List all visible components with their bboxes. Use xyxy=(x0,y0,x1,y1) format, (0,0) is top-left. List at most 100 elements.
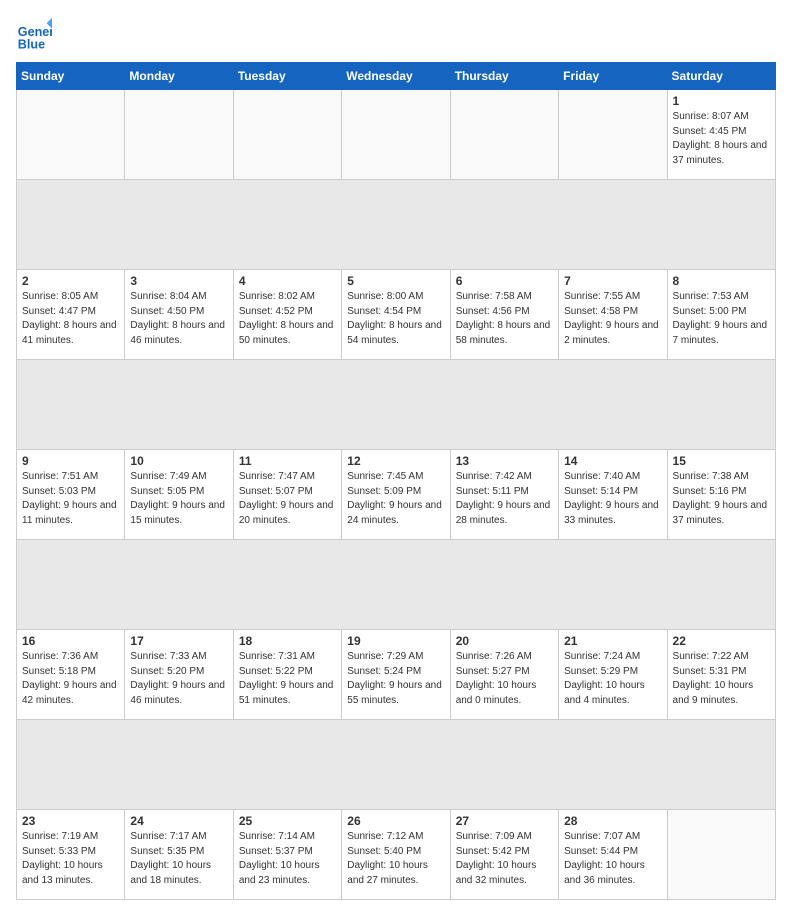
day-info: Sunrise: 7:49 AM Sunset: 5:05 PM Dayligh… xyxy=(130,470,227,528)
week-row-0: 1 Sunrise: 8:07 AM Sunset: 4:45 PM Daylig… xyxy=(17,90,776,180)
day-cell: 22Sunrise: 7:22 AM Sunset: 5:31 PM Dayli… xyxy=(667,630,775,720)
day-number: 15 xyxy=(673,454,770,468)
day-number: 24 xyxy=(130,814,227,828)
day-cell: 27 Sunrise: 7:09 AM Sunset: 5:42 PM Dayli… xyxy=(450,810,558,900)
day-info: Sunrise: 7:42 AM Sunset: 5:11 PM Dayligh… xyxy=(456,470,553,528)
day-number: 1 xyxy=(673,94,770,108)
day-cell: 9Sunrise: 7:51 AM Sunset: 5:03 PM Daylig… xyxy=(17,450,125,540)
day-number: 11 xyxy=(239,454,336,468)
day-number: 13 xyxy=(456,454,553,468)
day-info: Sunrise: 8:02 AM Sunset: 4:52 PM Dayligh… xyxy=(239,290,336,348)
day-number: 23 xyxy=(22,814,119,828)
day-info: Sunrise: 7:26 AM Sunset: 5:27 PM Dayligh… xyxy=(456,650,553,708)
day-info: Sunrise: 7:51 AM Sunset: 5:03 PM Dayligh… xyxy=(22,470,119,528)
day-cell: 11 Sunrise: 7:47 AM Sunset: 5:07 PM Dayli… xyxy=(233,450,341,540)
day-number: 10 xyxy=(130,454,227,468)
day-info: Sunrise: 8:00 AM Sunset: 4:54 PM Dayligh… xyxy=(347,290,444,348)
day-number: 16 xyxy=(22,634,119,648)
day-info: Sunrise: 8:05 AM Sunset: 4:47 PM Dayligh… xyxy=(22,290,119,348)
day-cell: 21 Sunrise: 7:24 AM Sunset: 5:29 PM Dayli… xyxy=(559,630,667,720)
day-info: Sunrise: 7:47 AM Sunset: 5:07 PM Dayligh… xyxy=(239,470,336,528)
weekday-header-thursday: Thursday xyxy=(450,63,558,90)
svg-text:Blue: Blue xyxy=(18,37,45,51)
day-cell: 23 Sunrise: 7:19 AM Sunset: 5:33 PM Dayli… xyxy=(17,810,125,900)
week-row-1: 2 Sunrise: 8:05 AM Sunset: 4:47 PM Daylig… xyxy=(17,270,776,360)
day-info: Sunrise: 7:09 AM Sunset: 5:42 PM Dayligh… xyxy=(456,830,553,888)
day-number: 27 xyxy=(456,814,553,828)
day-cell: 6 Sunrise: 7:58 AM Sunset: 4:56 PM Daylig… xyxy=(450,270,558,360)
day-number: 22 xyxy=(673,634,770,648)
day-cell: 28 Sunrise: 7:07 AM Sunset: 5:44 PM Dayli… xyxy=(559,810,667,900)
day-number: 12 xyxy=(347,454,444,468)
day-number: 21 xyxy=(564,634,661,648)
day-cell: 5 Sunrise: 8:00 AM Sunset: 4:54 PM Daylig… xyxy=(342,270,450,360)
weekday-header-monday: Monday xyxy=(125,63,233,90)
day-number: 19 xyxy=(347,634,444,648)
day-cell: 3 Sunrise: 8:04 AM Sunset: 4:50 PM Daylig… xyxy=(125,270,233,360)
day-number: 6 xyxy=(456,274,553,288)
day-cell: 7Sunrise: 7:55 AM Sunset: 4:58 PM Daylig… xyxy=(559,270,667,360)
day-cell: 18 Sunrise: 7:31 AM Sunset: 5:22 PM Dayli… xyxy=(233,630,341,720)
day-info: Sunrise: 7:12 AM Sunset: 5:40 PM Dayligh… xyxy=(347,830,444,888)
day-number: 25 xyxy=(239,814,336,828)
weekday-header-sunday: Sunday xyxy=(17,63,125,90)
day-info: Sunrise: 7:38 AM Sunset: 5:16 PM Dayligh… xyxy=(673,470,770,528)
day-cell: 24 Sunrise: 7:17 AM Sunset: 5:35 PM Dayli… xyxy=(125,810,233,900)
week-separator xyxy=(17,720,776,810)
weekday-header-tuesday: Tuesday xyxy=(233,63,341,90)
day-cell: 16 Sunrise: 7:36 AM Sunset: 5:18 PM Dayli… xyxy=(17,630,125,720)
day-info: Sunrise: 7:45 AM Sunset: 5:09 PM Dayligh… xyxy=(347,470,444,528)
day-info: Sunrise: 8:04 AM Sunset: 4:50 PM Dayligh… xyxy=(130,290,227,348)
week-separator xyxy=(17,540,776,630)
day-cell xyxy=(342,90,450,180)
day-cell: 10 Sunrise: 7:49 AM Sunset: 5:05 PM Dayli… xyxy=(125,450,233,540)
day-info: Sunrise: 7:14 AM Sunset: 5:37 PM Dayligh… xyxy=(239,830,336,888)
day-cell: 4 Sunrise: 8:02 AM Sunset: 4:52 PM Daylig… xyxy=(233,270,341,360)
calendar-table: SundayMondayTuesdayWednesdayThursdayFrid… xyxy=(16,62,776,900)
day-number: 8 xyxy=(673,274,770,288)
day-info: Sunrise: 7:40 AM Sunset: 5:14 PM Dayligh… xyxy=(564,470,661,528)
day-info: Sunrise: 7:53 AM Sunset: 5:00 PM Dayligh… xyxy=(673,290,770,348)
day-cell: 15 Sunrise: 7:38 AM Sunset: 5:16 PM Dayli… xyxy=(667,450,775,540)
day-number: 26 xyxy=(347,814,444,828)
day-cell xyxy=(559,90,667,180)
day-info: Sunrise: 7:07 AM Sunset: 5:44 PM Dayligh… xyxy=(564,830,661,888)
day-number: 2 xyxy=(22,274,119,288)
day-info: Sunrise: 7:19 AM Sunset: 5:33 PM Dayligh… xyxy=(22,830,119,888)
day-info: Sunrise: 7:58 AM Sunset: 4:56 PM Dayligh… xyxy=(456,290,553,348)
week-row-4: 23 Sunrise: 7:19 AM Sunset: 5:33 PM Dayli… xyxy=(17,810,776,900)
day-cell xyxy=(450,90,558,180)
day-info: Sunrise: 7:31 AM Sunset: 5:22 PM Dayligh… xyxy=(239,650,336,708)
day-cell xyxy=(125,90,233,180)
logo: General Blue xyxy=(16,16,52,52)
day-cell xyxy=(667,810,775,900)
day-cell xyxy=(233,90,341,180)
day-cell: 14 Sunrise: 7:40 AM Sunset: 5:14 PM Dayli… xyxy=(559,450,667,540)
week-row-2: 9Sunrise: 7:51 AM Sunset: 5:03 PM Daylig… xyxy=(17,450,776,540)
day-cell xyxy=(17,90,125,180)
page-header: General Blue xyxy=(16,16,776,52)
day-number: 5 xyxy=(347,274,444,288)
day-number: 18 xyxy=(239,634,336,648)
day-info: Sunrise: 8:07 AM Sunset: 4:45 PM Dayligh… xyxy=(673,110,770,168)
day-number: 17 xyxy=(130,634,227,648)
day-info: Sunrise: 7:24 AM Sunset: 5:29 PM Dayligh… xyxy=(564,650,661,708)
day-info: Sunrise: 7:36 AM Sunset: 5:18 PM Dayligh… xyxy=(22,650,119,708)
day-cell: 2 Sunrise: 8:05 AM Sunset: 4:47 PM Daylig… xyxy=(17,270,125,360)
day-info: Sunrise: 7:17 AM Sunset: 5:35 PM Dayligh… xyxy=(130,830,227,888)
day-number: 14 xyxy=(564,454,661,468)
week-separator xyxy=(17,360,776,450)
day-info: Sunrise: 7:55 AM Sunset: 4:58 PM Dayligh… xyxy=(564,290,661,348)
weekday-header-wednesday: Wednesday xyxy=(342,63,450,90)
day-cell: 26 Sunrise: 7:12 AM Sunset: 5:40 PM Dayli… xyxy=(342,810,450,900)
day-cell: 8 Sunrise: 7:53 AM Sunset: 5:00 PM Daylig… xyxy=(667,270,775,360)
day-number: 3 xyxy=(130,274,227,288)
day-cell: 17 Sunrise: 7:33 AM Sunset: 5:20 PM Dayli… xyxy=(125,630,233,720)
day-number: 4 xyxy=(239,274,336,288)
day-info: Sunrise: 7:29 AM Sunset: 5:24 PM Dayligh… xyxy=(347,650,444,708)
week-row-3: 16 Sunrise: 7:36 AM Sunset: 5:18 PM Dayli… xyxy=(17,630,776,720)
logo-icon: General Blue xyxy=(16,16,52,52)
weekday-header-friday: Friday xyxy=(559,63,667,90)
day-info: Sunrise: 7:33 AM Sunset: 5:20 PM Dayligh… xyxy=(130,650,227,708)
day-number: 28 xyxy=(564,814,661,828)
